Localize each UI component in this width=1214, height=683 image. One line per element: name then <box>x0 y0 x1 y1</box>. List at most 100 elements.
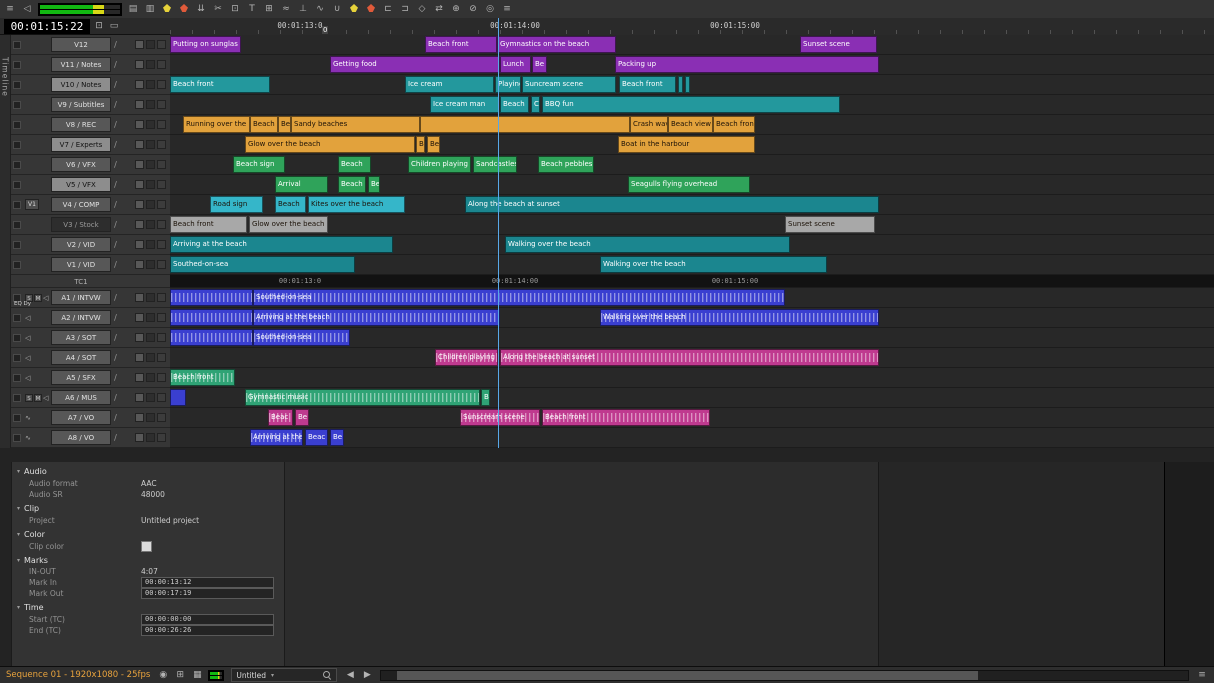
field-input[interactable]: 00:00:00:00 <box>141 614 274 625</box>
timeline-clip-b[interactable]: B <box>481 389 490 406</box>
patch-icon[interactable]: ∕ <box>111 160 120 169</box>
track-monitor-button[interactable] <box>135 180 144 189</box>
timeline-clip-sunset-scene[interactable]: Sunset scene <box>800 36 877 53</box>
timeline-clip-beach[interactable]: Beach <box>250 116 278 133</box>
track-gain-box[interactable] <box>157 40 166 49</box>
timeline-clip-seagulls-flying-overhead[interactable]: Seagulls flying overhead <box>628 176 750 193</box>
track-record-button[interactable] <box>146 120 155 129</box>
track-gain-box[interactable] <box>157 293 166 302</box>
track-gain-box[interactable] <box>157 353 166 362</box>
timeline-clip-ice-cream-man[interactable]: Ice cream man <box>430 96 499 113</box>
disclosure-icon[interactable]: ▾ <box>17 557 20 564</box>
timeline-clip-bbq-fun[interactable]: BBQ fun <box>542 96 840 113</box>
disclosure-icon[interactable]: ▾ <box>17 531 20 538</box>
track-monitor-button[interactable] <box>135 293 144 302</box>
track-monitor-button[interactable] <box>135 120 144 129</box>
toggle-clip-color-button[interactable]: ▤ <box>127 3 139 16</box>
inspector-section-marks[interactable]: ▾Marks <box>12 554 284 567</box>
timeline-clip-gymnastic-music[interactable]: Gymnastic music <box>245 389 480 406</box>
track-button-a1[interactable]: A1 / INTVW <box>51 290 111 305</box>
track-button-a2[interactable]: A2 / INTVW <box>51 310 111 325</box>
timeline-clip-beach[interactable]: Beach <box>338 176 366 193</box>
timeline-fast-menu-icon[interactable]: ≡ <box>4 3 16 16</box>
patch-icon[interactable]: ∕ <box>111 100 120 109</box>
patch-icon[interactable]: ∕ <box>111 433 120 442</box>
track-record-button[interactable] <box>146 240 155 249</box>
patch-icon[interactable]: ∕ <box>111 240 120 249</box>
timeline-clip-be[interactable]: Be <box>427 136 440 153</box>
track-button-a6[interactable]: A6 / MUS <box>51 390 111 405</box>
track-lane-v3[interactable]: Beach frontGlow over the beachSunset sce… <box>170 215 1214 235</box>
timeline-clip-kites-over-the-beach[interactable]: Kites over the beach <box>308 196 405 213</box>
timeline-clip-beach[interactable]: Beach <box>500 96 529 113</box>
timeline-clip-beac[interactable]: Beac <box>268 409 293 426</box>
track-solo-button[interactable]: S <box>25 394 33 402</box>
timeline-clip-beach-front[interactable]: Beach front <box>170 369 235 386</box>
zoom-in-button[interactable]: ⊕ <box>450 3 462 16</box>
track-lane-v5[interactable]: ArrivalBeachBeSeagulls flying overhead <box>170 175 1214 195</box>
disclosure-icon[interactable]: ▾ <box>17 604 20 611</box>
timeline-clip-children-playing[interactable]: Children playing <box>435 349 498 366</box>
track-gain-box[interactable] <box>157 373 166 382</box>
track-record-button[interactable] <box>146 413 155 422</box>
track-button-v12[interactable]: V12 <box>51 37 111 52</box>
timeline-clip-segment[interactable] <box>685 76 690 93</box>
link-selection-button[interactable]: ∪ <box>331 3 343 16</box>
track-button-v5[interactable]: V5 / VFX <box>51 177 111 192</box>
timeline-clip-along-the-beach-at-sunset[interactable]: Along the beach at sunset <box>465 196 879 213</box>
patch-icon[interactable]: ∕ <box>111 60 120 69</box>
clip-color-swatch[interactable] <box>141 541 152 552</box>
track-lane-a8[interactable]: Arriving at the beBeacBe <box>170 428 1214 448</box>
track-record-button[interactable] <box>146 140 155 149</box>
track-record-button[interactable] <box>146 333 155 342</box>
track-gain-box[interactable] <box>157 333 166 342</box>
track-button-v2[interactable]: V2 / VID <box>51 237 111 252</box>
field-input[interactable]: 00:00:17:19 <box>141 588 274 599</box>
track-monitor-button[interactable] <box>135 393 144 402</box>
track-lane-a4[interactable]: Children playingAlong the beach at sunse… <box>170 348 1214 368</box>
track-monitor-button[interactable] <box>135 80 144 89</box>
track-record-button[interactable] <box>146 313 155 322</box>
timeline-clip-be[interactable]: Be <box>295 409 309 426</box>
timeline-clip-segment[interactable] <box>170 389 186 406</box>
track-gain-box[interactable] <box>157 413 166 422</box>
track-lane-v10[interactable]: Beach frontIce creamPlayingSuncream scen… <box>170 75 1214 95</box>
timeline-clip-putting-on-sunglas[interactable]: Putting on sunglas <box>170 36 241 53</box>
timeline-clip-ice-cream[interactable]: Ice cream <box>405 76 494 93</box>
master-timecode-display[interactable]: 00:01:15:22 <box>4 19 90 34</box>
track-record-button[interactable] <box>146 200 155 209</box>
track-monitor-button[interactable] <box>135 353 144 362</box>
inspector-section-clip[interactable]: ▾Clip <box>12 502 284 515</box>
timeline-clip-beach-front[interactable]: Beach front <box>425 36 497 53</box>
timeline-clip-arriving-at-the-beach[interactable]: Arriving at the beach <box>170 236 393 253</box>
track-record-button[interactable] <box>146 160 155 169</box>
track-lane-v1[interactable]: Southed-on-seaWalking over the beach <box>170 255 1214 275</box>
track-record-button[interactable] <box>146 60 155 69</box>
timeline-clip-crash-wave[interactable]: Crash wave <box>630 116 668 133</box>
timeline-clip-beach[interactable]: Beach <box>275 196 306 213</box>
track-monitor-button[interactable] <box>135 433 144 442</box>
keyframe-button[interactable]: ◇ <box>416 3 428 16</box>
timeline-clip-getting-food[interactable]: Getting food <box>330 56 500 73</box>
patch-icon[interactable]: ∕ <box>111 353 120 362</box>
timeline-clip-be[interactable]: Be <box>368 176 380 193</box>
timeline-clip-glow-over-the-beach[interactable]: Glow over the beach <box>245 136 415 153</box>
patch-icon[interactable]: ∕ <box>111 200 120 209</box>
timeline-clip-be[interactable]: Be <box>330 429 344 446</box>
track-lane-v7[interactable]: Glow over the beachBBeBoat in the harbou… <box>170 135 1214 155</box>
timeline-view-dropdown[interactable]: Untitled ▾ <box>231 668 337 682</box>
track-record-button[interactable] <box>146 293 155 302</box>
timeline-clip-boat-in-the-harbour[interactable]: Boat in the harbour <box>618 136 755 153</box>
timeline-clip-children-playing[interactable]: Children playing <box>408 156 471 173</box>
track-monitor-button[interactable] <box>135 313 144 322</box>
toggle-wave-button[interactable]: ▥ <box>144 3 156 16</box>
mixdown-button[interactable]: ⇊ <box>195 3 207 16</box>
focus-button[interactable]: ◎ <box>484 3 496 16</box>
track-lane-a6[interactable]: Gymnastic musicB <box>170 388 1214 408</box>
track-monitor-button[interactable] <box>135 240 144 249</box>
mute-button[interactable]: ◁ <box>21 3 33 16</box>
track-gain-box[interactable] <box>157 260 166 269</box>
timeline-clip-arriving-at-the-be[interactable]: Arriving at the be <box>250 429 303 446</box>
timeline-clip-sandcastles[interactable]: Sandcastles <box>473 156 517 173</box>
patch-icon[interactable]: ∕ <box>111 80 120 89</box>
